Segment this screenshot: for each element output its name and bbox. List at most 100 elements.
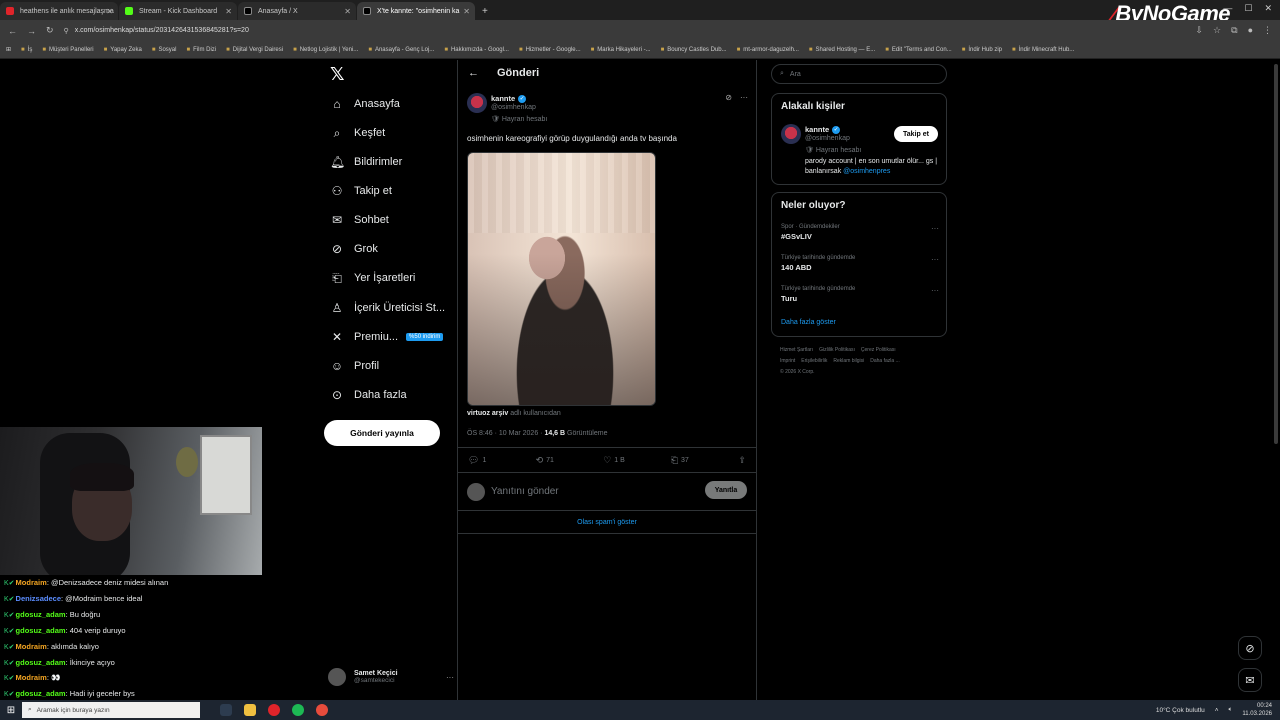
bookmark-item[interactable]: İndir Minecraft Hub... [1012, 47, 1075, 53]
tray-arrow-icon[interactable]: ˄ [1215, 707, 1219, 714]
chrome-icon[interactable] [316, 704, 328, 716]
bookmark-item[interactable]: Shared Hosting — E... [809, 47, 876, 53]
related-handle[interactable]: @osimhenkap [805, 135, 850, 142]
minimize-icon[interactable]: — [1223, 3, 1232, 14]
author-name[interactable]: kannte ✓ [491, 94, 527, 103]
close-tab-icon[interactable]: ✕ [106, 7, 113, 16]
bookmark-item[interactable]: Bouncy Castles Dub... [661, 47, 726, 53]
reply-button[interactable]: Yanıtla [705, 481, 747, 499]
bookmark-item[interactable]: Dijital Vergi Dairesi [226, 47, 283, 53]
related-name[interactable]: kannte ✓ [805, 125, 841, 134]
trend-item[interactable]: Türkiye tarihinde gündemde Turu ··· [781, 286, 939, 303]
mention-link[interactable]: @osimhenpres [843, 168, 890, 175]
windows-start-icon[interactable]: ⊞ [0, 705, 22, 716]
close-tab-icon[interactable]: ✕ [344, 7, 351, 16]
bookmark-item[interactable]: Hizmetler - Google... [519, 47, 581, 53]
grok-icon[interactable]: ⊘ [725, 93, 732, 102]
show-spam-link[interactable]: Olası spam'i göster [458, 519, 756, 534]
maximize-icon[interactable]: ☐ [1244, 3, 1252, 14]
chat-username[interactable]: gdosuz_adam [16, 626, 66, 635]
bookmark-item[interactable]: Müşteri Panelleri [42, 47, 94, 53]
install-icon[interactable]: ⇩ [1196, 25, 1204, 36]
show-more-link[interactable]: Daha fazla göster [781, 319, 836, 326]
clock[interactable]: 00:24 11.03.2026 [1242, 702, 1272, 718]
close-tab-icon[interactable]: ✕ [225, 7, 232, 16]
nav-item[interactable]: ⊘ Grok [330, 239, 378, 259]
chat-username[interactable]: gdosuz_adam [16, 610, 66, 619]
star-icon[interactable]: ☆ [1213, 25, 1221, 36]
bookmark-item[interactable]: Hakkımızda - Googl... [444, 47, 509, 53]
avatar[interactable] [781, 124, 801, 144]
file-explorer-icon[interactable] [244, 704, 256, 716]
post-video[interactable] [467, 152, 656, 406]
bookmark-item[interactable]: Anasayfa - Genç Loj... [368, 47, 434, 53]
close-window-icon[interactable]: ✕ [1264, 3, 1272, 14]
app-icon[interactable] [268, 704, 280, 716]
more-dots-icon[interactable]: ··· [446, 673, 454, 682]
more-dots-icon[interactable]: ··· [740, 93, 748, 102]
account-switcher[interactable]: Samet Keçici @samtekecici ··· [328, 665, 454, 689]
browser-tab[interactable]: Anasayfa / X ✕ [238, 2, 356, 20]
bookmark-item[interactable]: Yapay Zeka [104, 47, 142, 53]
follow-button[interactable]: Takip et [894, 126, 938, 142]
volume-icon[interactable]: 🔈︎ [1229, 706, 1233, 714]
new-tab-icon[interactable]: + [482, 6, 488, 17]
nav-item[interactable]: ⌂ Anasayfa [330, 94, 400, 114]
chat-username[interactable]: Modraim [16, 578, 47, 587]
nav-item[interactable]: 🔔︎ Bildirimler [330, 152, 402, 172]
more-dots-icon[interactable]: ··· [931, 224, 939, 233]
weather-widget[interactable]: 10°C Çok bulutlu [1156, 707, 1205, 714]
author-handle[interactable]: @osimhenkap [491, 104, 536, 111]
url-field[interactable]: x.com/osimhenkap/status/2031426431536845… [75, 27, 1196, 34]
more-dots-icon[interactable]: ··· [931, 286, 939, 295]
nav-item[interactable]: ⊙ Daha fazla [330, 385, 407, 405]
media-source[interactable]: virtuoz arşiv adlı kullanıcıdan [467, 410, 561, 417]
chat-username[interactable]: Modraim [16, 642, 47, 651]
chat-username[interactable]: gdosuz_adam [16, 689, 66, 698]
messages-fab-icon[interactable]: ✉ [1238, 668, 1262, 692]
back-arrow-icon[interactable]: ← [468, 67, 479, 79]
close-tab-icon[interactable]: ✕ [463, 7, 470, 16]
repost-action[interactable]: ⟲ 71 [536, 455, 604, 466]
reply-action[interactable]: 💬︎ 1 [468, 455, 536, 466]
nav-item[interactable]: ⚇ Takip et [330, 181, 392, 201]
nav-item[interactable]: ✉ Sohbet [330, 210, 389, 230]
footer-link[interactable]: Gizlilik Politikası [819, 347, 855, 353]
chat-username[interactable]: Denizsadece [16, 594, 61, 603]
bookmark-action[interactable]: ⎗ 37 [671, 455, 739, 466]
footer-link[interactable]: Çerez Politikası [861, 347, 896, 353]
footer-link[interactable]: Imprint [780, 358, 795, 364]
nav-item[interactable]: ⎗ Yer İşaretleri [330, 268, 415, 288]
apps-icon[interactable]: ⊞ [6, 46, 11, 53]
footer-link[interactable]: Hizmet Şartları [780, 347, 813, 353]
bookmark-item[interactable]: Netlog Lojistik | Yeni... [293, 47, 359, 53]
bookmark-item[interactable]: Marka Hikayeleri -... [591, 47, 650, 53]
nav-item[interactable]: ✕ Premiu... %50 indirim [330, 327, 444, 347]
bookmark-item[interactable]: İndir Hub zip [962, 47, 1002, 53]
footer-link[interactable]: Erişilebilirlik [801, 358, 827, 364]
footer-link[interactable]: Daha fazla ... [870, 358, 899, 364]
nav-item[interactable]: ⌕ Keşfet [330, 123, 386, 143]
chat-username[interactable]: Modraim [16, 673, 47, 682]
bookmark-item[interactable]: İş [21, 47, 33, 53]
task-view-icon[interactable] [220, 704, 232, 716]
site-info-icon[interactable]: ⚲ [64, 27, 69, 35]
browser-tab[interactable]: Stream - Kick Dashboard ✕ [119, 2, 237, 20]
author-avatar[interactable] [467, 93, 487, 113]
profile-icon[interactable]: ● [1248, 25, 1253, 36]
taskbar-search-input[interactable]: ⌕ Aramak için buraya yazın [22, 702, 200, 718]
post-button[interactable]: Gönderi yayınla [324, 420, 440, 446]
back-icon[interactable]: ← [8, 26, 17, 36]
x-logo-icon[interactable]: 𝕏 [330, 64, 345, 85]
page-scrollbar[interactable] [1274, 64, 1278, 444]
trend-item[interactable]: Türkiye tarihinde gündemde 140 ABD ··· [781, 255, 939, 272]
nav-item[interactable]: ♙ İçerik Üreticisi St... [330, 298, 445, 318]
bookmark-item[interactable]: Edit "Terms and Con... [885, 47, 952, 53]
more-dots-icon[interactable]: ··· [931, 255, 939, 264]
bookmark-item[interactable]: Film Dizi [186, 47, 216, 53]
like-action[interactable]: ♡ 1 B [603, 455, 671, 466]
chat-username[interactable]: gdosuz_adam [16, 658, 66, 667]
reply-input[interactable]: Yanıtını gönder [491, 486, 559, 497]
trend-item[interactable]: Spor · Gündemdekiler #GSvLIV ··· [781, 224, 939, 241]
grok-fab-icon[interactable]: ⊘ [1238, 636, 1262, 660]
